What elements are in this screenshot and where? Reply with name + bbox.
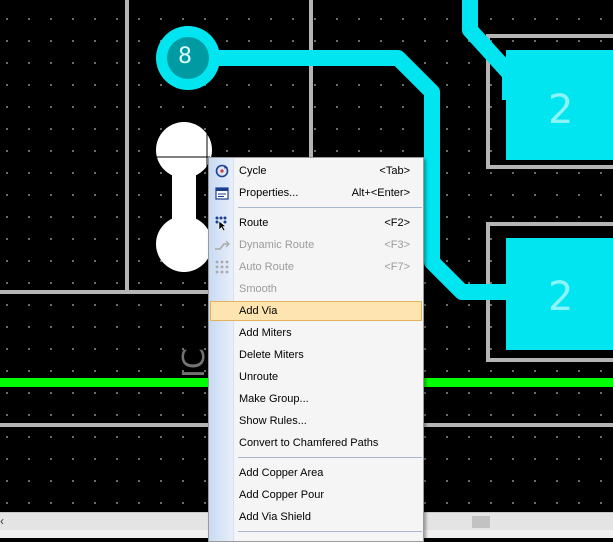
menu-item-label: Add Copper Pour xyxy=(239,489,324,501)
menu-item-add-miters[interactable]: Add Miters xyxy=(210,323,422,343)
menu-item-label: Auto Route xyxy=(239,261,295,273)
menu-item-label: Dynamic Route xyxy=(239,239,315,251)
scrollbar-thumb[interactable] xyxy=(472,516,490,528)
menu-item-make-group[interactable]: Make Group... xyxy=(210,389,422,409)
auto-route-icon xyxy=(215,260,229,274)
menu-separator xyxy=(238,207,422,208)
menu-item-shortcut: <Tab> xyxy=(379,165,410,177)
menu-item-label: Make Group... xyxy=(239,393,309,405)
menu-item-show-rules[interactable]: Show Rules... xyxy=(210,411,422,431)
menu-item-unroute[interactable]: Unroute xyxy=(210,367,422,387)
menu-item-label: Add Miters xyxy=(239,327,292,339)
menu-item-label: Properties... xyxy=(239,187,299,199)
menu-item-label: Route xyxy=(239,217,269,229)
menu-item-label: Smooth xyxy=(239,283,277,295)
menu-separator xyxy=(238,457,422,458)
menu-item-smooth[interactable]: Smooth xyxy=(210,279,422,299)
menu-item-shortcut: Alt+<Enter> xyxy=(351,187,410,199)
menu-item-cycle[interactable]: Cycle <Tab> xyxy=(210,161,422,181)
pad-label-top: 2 xyxy=(548,87,574,133)
menu-item-label: Cycle xyxy=(239,165,267,177)
pad-label-bottom: 2 xyxy=(548,274,574,320)
pin-number-label: 8 xyxy=(178,44,192,69)
menu-item-add-copper-pour[interactable]: Add Copper Pour xyxy=(210,485,422,505)
menu-item-auto-route[interactable]: Auto Route <F7> xyxy=(210,257,422,277)
menu-item-label: Show Rules... xyxy=(239,415,307,427)
menu-item-label: Add Copper Area xyxy=(239,467,324,479)
context-menu: Cycle <Tab> Properties... Alt+<Enter> Ro… xyxy=(208,157,424,542)
menu-item-dynamic-route[interactable]: Dynamic Route <F3> xyxy=(210,235,422,255)
menu-item-add-via[interactable]: Add Via xyxy=(210,301,422,321)
dynamic-route-icon xyxy=(215,240,230,250)
menu-item-label: Add Via Shield xyxy=(239,511,311,523)
menu-item-label: Convert to Chamfered Paths xyxy=(239,437,379,449)
menu-item-convert-chamfered[interactable]: Convert to Chamfered Paths xyxy=(210,433,422,453)
menu-item-label: Delete Miters xyxy=(239,349,304,361)
menu-item-add-via-shield[interactable]: Add Via Shield xyxy=(210,507,422,527)
menu-item-label: Add Via xyxy=(239,305,278,317)
menu-item-route[interactable]: Route <F2> xyxy=(210,213,422,233)
menu-item-label: Unroute xyxy=(239,371,279,383)
menu-item-properties[interactable]: Properties... Alt+<Enter> xyxy=(210,183,422,203)
menu-item-shortcut: <F3> xyxy=(384,239,410,251)
properties-icon xyxy=(215,187,229,200)
menu-item-add-copper-area[interactable]: Add Copper Area xyxy=(210,463,422,483)
oblong-pad[interactable] xyxy=(156,122,212,272)
menu-separator xyxy=(238,531,422,532)
menu-item-shortcut: <F2> xyxy=(384,217,410,229)
cycle-icon xyxy=(215,164,229,178)
scroll-left-arrow-icon[interactable]: ‹ xyxy=(0,514,4,528)
route-icon xyxy=(215,216,227,231)
menu-item-delete-miters[interactable]: Delete Miters xyxy=(210,345,422,365)
silkscreen-text: IC xyxy=(177,348,212,378)
menu-item-shortcut: <F7> xyxy=(384,261,410,273)
